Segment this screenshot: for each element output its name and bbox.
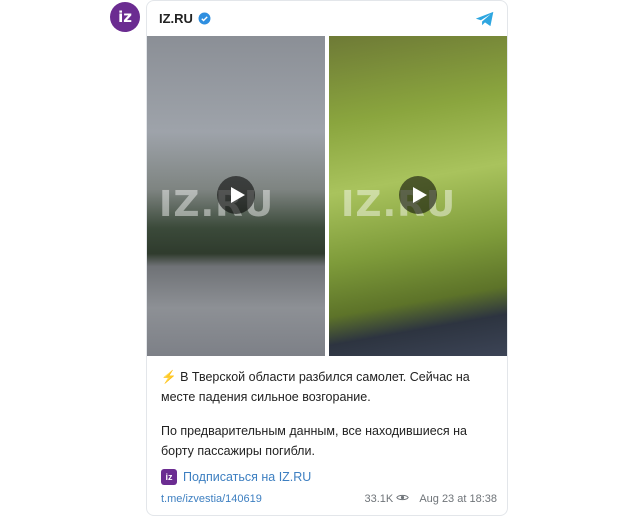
lightning-icon: ⚡ <box>161 370 177 384</box>
paragraph-1-text: В Тверской области разбился самолет. Сей… <box>161 370 470 404</box>
views-text: 33.1K <box>364 493 394 505</box>
post-paragraph-2: По предварительным данным, все находивши… <box>161 424 467 458</box>
post-footer: t.me/izvestia/140619 33.1K Aug 23 at 18:… <box>161 493 497 505</box>
post-paragraph-1: ⚡ В Тверской области разбился самолет. С… <box>161 367 497 407</box>
play-button[interactable] <box>217 176 255 214</box>
subscribe-label[interactable]: Подписаться на IZ.RU <box>183 470 311 484</box>
media-grid: IZ.RU IZ.RU <box>147 36 507 356</box>
post-text: ⚡ В Тверской области разбился самолет. С… <box>161 367 497 475</box>
post-link[interactable]: t.me/izvestia/140619 <box>161 493 262 505</box>
play-button[interactable] <box>399 176 437 214</box>
channel-avatar[interactable]: iz <box>110 2 140 32</box>
avatar-text: iz <box>118 8 132 26</box>
verified-icon <box>198 12 211 25</box>
telegram-post-card: IZ.RU IZ.RU IZ.RU ⚡ В Тверской области р… <box>146 0 508 516</box>
play-icon <box>412 187 427 203</box>
post-meta: 33.1K Aug 23 at 18:38 <box>365 493 498 505</box>
channel-name[interactable]: IZ.RU <box>159 11 211 26</box>
telegram-icon[interactable] <box>475 10 495 28</box>
iz-logo-icon: iz <box>161 469 177 485</box>
channel-title[interactable]: IZ.RU <box>159 11 193 26</box>
eye-icon <box>396 494 410 501</box>
subscribe-link[interactable]: iz Подписаться на IZ.RU <box>161 469 311 485</box>
view-count: 33.1K <box>365 493 410 505</box>
post-date: Aug 23 at 18:38 <box>419 493 497 505</box>
video-thumbnail-1[interactable]: IZ.RU <box>147 36 325 356</box>
video-thumbnail-2[interactable]: IZ.RU <box>329 36 507 356</box>
play-icon <box>230 187 245 203</box>
post-header: IZ.RU <box>147 1 507 37</box>
